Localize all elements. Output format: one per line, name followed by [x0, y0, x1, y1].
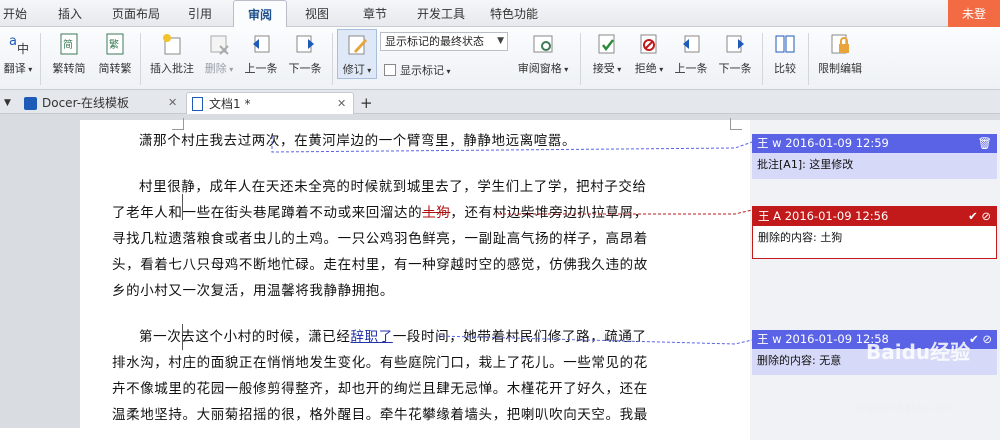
reject-button[interactable]: 拒绝 ▾ [630, 32, 668, 76]
next-icon [294, 32, 316, 56]
close-icon[interactable]: ✕ [337, 93, 346, 115]
comment-connector-line [436, 335, 753, 345]
markup-display-dropdown[interactable]: 显示标记的最终状态 ▼ [380, 32, 508, 51]
tab-insert[interactable]: 插入 [50, 0, 90, 27]
accept-icon [596, 32, 618, 56]
tab-special-features[interactable]: 特色功能 [483, 0, 545, 27]
show-markup-icon [384, 64, 396, 76]
menu-bar: 开始 插入 页面布局 引用 审阅 视图 章节 开发工具 特色功能 未登 [0, 0, 1000, 28]
to-simplified-button[interactable]: 简 繁转简 [48, 32, 90, 76]
svg-text:中: 中 [17, 41, 29, 56]
tab-developer[interactable]: 开发工具 [411, 0, 471, 27]
comment-balloon[interactable]: 王 w 2016-01-09 12:59 🗑 批注[A1]: 这里修改 [752, 134, 997, 179]
tab-view[interactable]: 视图 [297, 0, 337, 27]
tab-document1[interactable]: 文档1 * ✕ [186, 92, 354, 114]
deletion-connector-line [498, 209, 753, 215]
login-button[interactable]: 未登 [948, 0, 1000, 27]
review-ribbon: a中 翻译 ▾ 简 繁转简 繁 简转繁 插入批注 删除 ▾ 上一条 下一条 修订… [0, 27, 1000, 90]
insert-comment-icon [161, 32, 183, 56]
svg-text:简: 简 [63, 38, 73, 51]
document-icon [192, 97, 203, 111]
chevron-down-icon: ▼ [497, 36, 504, 46]
close-icon[interactable]: ✕ [168, 92, 177, 114]
document-workspace: 潇那个村庄我去过两次，在黄河岸边的一个臂弯里，静静地远离喧嚣。 村里很静，成年人… [0, 114, 1000, 440]
deletion-balloon[interactable]: 王 A 2016-01-09 12:56 ✔ ⊘ 删除的内容: 土狗 [752, 206, 997, 259]
tab-menu-arrow[interactable]: ▼ [0, 92, 14, 114]
review-pane-icon [532, 32, 554, 56]
compare-icon [774, 32, 796, 56]
translate-button[interactable]: a中 翻译 ▾ [2, 32, 34, 76]
tab-page-layout[interactable]: 页面布局 [106, 0, 166, 27]
previous-change-icon [680, 32, 702, 56]
tab-docer-templates[interactable]: Docer-在线模板 ✕ [20, 92, 180, 114]
next-comment-button[interactable]: 下一条 [284, 32, 326, 76]
tab-references[interactable]: 引用 [180, 0, 220, 27]
previous-change-button[interactable]: 上一条 [670, 32, 712, 76]
docer-icon [24, 97, 37, 110]
tab-review[interactable]: 审阅 [233, 0, 287, 28]
baidu-watermark: Baidu经验 jingyan.baidu.com [856, 340, 971, 414]
delete-comment-icon [208, 32, 230, 56]
insert-comment-button[interactable]: 插入批注 [146, 32, 198, 76]
tab-start[interactable]: 开始 [0, 0, 30, 27]
restrict-editing-button[interactable]: 限制编辑 [814, 32, 866, 76]
delete-comment-button[interactable]: 删除 ▾ [200, 32, 238, 76]
trash-icon[interactable]: 🗑 [977, 134, 992, 153]
simplified-icon: 简 [58, 32, 80, 56]
next-change-icon [724, 32, 746, 56]
show-markup-button[interactable]: 显示标记 ▾ [384, 62, 451, 78]
traditional-icon: 繁 [104, 32, 126, 56]
previous-icon [250, 32, 272, 56]
review-pane-button[interactable]: 审阅窗格 ▾ [512, 32, 574, 76]
accept-button[interactable]: 接受 ▾ [588, 32, 626, 76]
tab-section[interactable]: 章节 [355, 0, 395, 27]
previous-comment-button[interactable]: 上一条 [240, 32, 282, 76]
translate-icon: a中 [7, 32, 29, 56]
track-changes-icon [346, 33, 368, 57]
comment-connector-line [271, 136, 753, 153]
track-changes-button[interactable]: 修订 ▾ [337, 29, 377, 79]
to-traditional-button[interactable]: 繁 简转繁 [94, 32, 136, 76]
reject-icon [638, 32, 660, 56]
document-tab-bar: ▼ Docer-在线模板 ✕ 文档1 * ✕ + [0, 90, 1000, 114]
compare-button[interactable]: 比较 [768, 32, 802, 76]
svg-text:a: a [9, 34, 17, 49]
lock-icon [829, 32, 851, 56]
new-tab-plus-icon[interactable]: + [356, 92, 376, 114]
reject-circle-icon[interactable]: ⊘ [981, 209, 991, 223]
accept-check-icon[interactable]: ✔ [968, 209, 978, 223]
next-change-button[interactable]: 下一条 [714, 32, 756, 76]
svg-text:繁: 繁 [109, 38, 119, 51]
